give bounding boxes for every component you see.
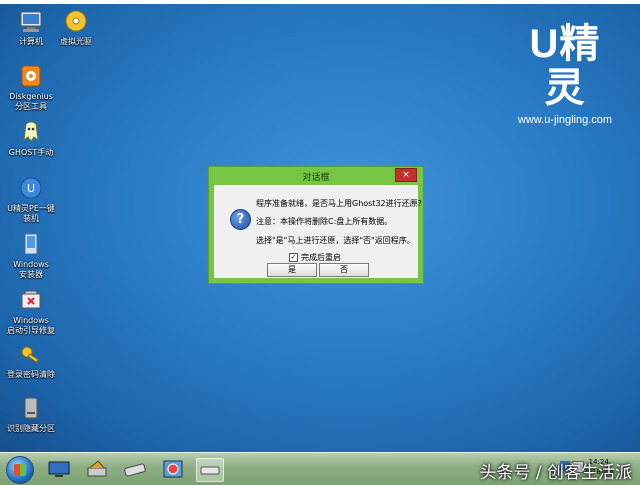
- dialog-message-line3: 选择"是"马上进行还原，选择"否"返回程序。: [256, 236, 415, 245]
- desktop-icon-virtual-drive[interactable]: 虚拟光驱: [45, 9, 107, 47]
- desktop-icon-ghost[interactable]: GHOST手动: [0, 120, 62, 158]
- desktop: 计算机 虚拟光驱 Diskgenius 分区工具 GHOST手动 U U精灵PE…: [0, 0, 640, 452]
- taskbar-network-icon[interactable]: [160, 458, 186, 480]
- checkbox-box[interactable]: ✓: [289, 253, 298, 262]
- desktop-icon-label: Windows 启动引导修复: [7, 316, 55, 335]
- dialog-message-line2: 注意：本操作将删除C:盘上所有数据。: [256, 217, 393, 226]
- yes-button[interactable]: 是: [267, 263, 317, 277]
- taskbar-drive-icon[interactable]: [122, 458, 148, 480]
- watermark-text: 头条号 / 创客生活派: [479, 463, 632, 483]
- desktop-icon-label: 登录密码清除: [7, 370, 55, 379]
- disk-icon: [17, 396, 45, 422]
- no-button[interactable]: 否: [319, 263, 369, 277]
- desktop-icon-label: GHOST手动: [8, 148, 54, 157]
- windows-installer-icon: [17, 232, 45, 258]
- ghost-icon: [17, 120, 45, 146]
- taskbar-monitor-icon[interactable]: [46, 458, 72, 480]
- diskgenius-icon: [17, 64, 45, 90]
- desktop-icon-hidden-partition[interactable]: 识别隐藏分区: [0, 396, 62, 434]
- desktop-icon-password-clear[interactable]: 登录密码清除: [0, 342, 62, 380]
- desktop-icon-label: Diskgenius 分区工具: [9, 92, 53, 111]
- checkbox-label: 完成后重启: [301, 253, 341, 262]
- desktop-icon-diskgenius[interactable]: Diskgenius 分区工具: [0, 64, 62, 112]
- start-button[interactable]: [6, 456, 34, 484]
- svg-text:U: U: [27, 182, 35, 195]
- dialog-body: ? 程序准备就绪，是否马上用Ghost32进行还原? 注意：本操作将删除C:盘上…: [214, 185, 422, 278]
- desktop-icon-boot-repair[interactable]: Windows 启动引导修复: [0, 288, 62, 336]
- computer-icon: [17, 9, 45, 35]
- virtual-drive-icon: [62, 9, 90, 35]
- taskbar-active-window[interactable]: [196, 458, 224, 482]
- boot-repair-icon: [17, 288, 45, 314]
- desktop-icon-label: 虚拟光驱: [60, 37, 92, 46]
- desktop-icon-label: Windows 安装器: [13, 260, 49, 279]
- dialog-titlebar[interactable]: 对话框 ×: [209, 167, 423, 184]
- windows-logo-icon: [14, 464, 26, 476]
- brand-url: www.u-jingling.com: [517, 114, 613, 126]
- top-border: [0, 0, 640, 4]
- dialog-title: 对话框: [302, 173, 330, 183]
- key-icon: [17, 342, 45, 368]
- desktop-icon-label: 识别隐藏分区: [7, 424, 55, 433]
- close-button[interactable]: ×: [395, 168, 417, 182]
- taskbar-tools-icon[interactable]: [84, 458, 110, 480]
- question-icon: ?: [230, 209, 251, 230]
- brand-name: U精灵: [529, 22, 601, 110]
- install-icon: U: [17, 176, 45, 202]
- confirm-dialog: 对话框 × ? 程序准备就绪，是否马上用Ghost32进行还原? 注意：本操作将…: [208, 166, 424, 284]
- desktop-icon-windows-installer[interactable]: Windows 安装器: [0, 232, 62, 280]
- dialog-message-line1: 程序准备就绪，是否马上用Ghost32进行还原?: [256, 199, 422, 208]
- desktop-icon-label: U精灵PE一键 装机: [7, 204, 55, 223]
- brand-logo: U精灵 www.u-jingling.com: [510, 22, 620, 126]
- restart-checkbox[interactable]: ✓ 完成后重启: [289, 252, 341, 263]
- desktop-icon-pe-install[interactable]: U U精灵PE一键 装机: [0, 176, 62, 224]
